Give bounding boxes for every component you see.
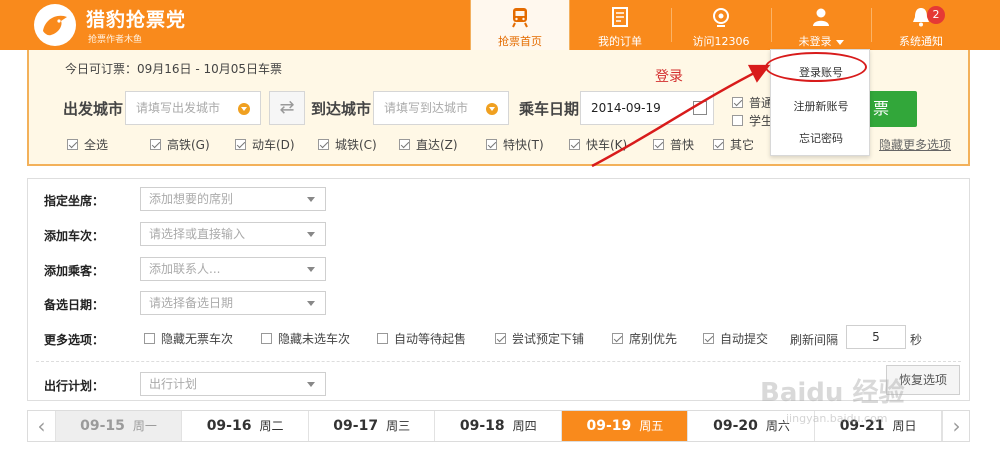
passenger-label: 添加乘客： (44, 264, 105, 278)
chevron-down-icon (307, 382, 315, 387)
date-tab[interactable]: 09-18 周四 (436, 411, 562, 441)
weekday-text: 周五 (639, 419, 664, 433)
more-option-item[interactable]: 自动提交 (703, 330, 768, 347)
checkbox[interactable] (495, 333, 506, 344)
seat-label: 指定坐席： (44, 194, 105, 208)
checkbox[interactable] (612, 333, 623, 344)
annotation-label: 登录 (655, 69, 683, 85)
weekday-text: 周四 (512, 419, 537, 433)
date-text: 09-20 (713, 418, 758, 434)
weekday-text: 周日 (892, 419, 917, 433)
date-tab[interactable]: 09-19 周五 (562, 411, 689, 441)
more-option-item[interactable]: 尝试预定下铺 (495, 330, 584, 347)
chevron-right-icon[interactable]: › (942, 411, 970, 441)
watermark: Baidu 经验 (760, 378, 905, 408)
chevron-left-icon[interactable]: ‹ (28, 411, 56, 441)
checkbox[interactable] (703, 333, 714, 344)
more-option-item[interactable]: 隐藏无票车次 (144, 330, 233, 347)
more-option-item[interactable]: 隐藏未选车次 (261, 330, 350, 347)
date-text: 09-19 (586, 418, 632, 434)
more-option-label: 席别优先 (629, 332, 678, 346)
chevron-down-icon (307, 232, 315, 237)
refresh-interval-label: 刷新间隔 (790, 333, 839, 347)
date-tab[interactable]: 09-16 周二 (183, 411, 309, 441)
weekday-text: 周三 (386, 419, 411, 433)
more-options-label: 更多选项： (44, 333, 105, 347)
more-option-item[interactable]: 自动等待起售 (377, 330, 466, 347)
travel-plan-select[interactable]: 出行计划 (140, 372, 326, 396)
date-tab[interactable]: 09-17 周三 (309, 411, 436, 441)
checkbox[interactable] (144, 333, 155, 344)
watermark-url: jingyan.baidu.com (786, 412, 888, 425)
train-number-label: 添加车次： (44, 229, 105, 243)
date-text: 09-15 (80, 418, 125, 434)
more-option-label: 自动提交 (720, 332, 769, 346)
more-option-label: 隐藏无票车次 (161, 332, 234, 346)
backup-date-select[interactable]: 请选择备选日期 (140, 291, 326, 315)
chevron-down-icon (307, 301, 315, 306)
app-root: 猎豹抢票党 抢票作者木鱼 抢票首页 我的订单 访问12306 未登录 2 系统通… (0, 0, 1000, 456)
more-option-label: 尝试预定下铺 (512, 332, 585, 346)
more-option-item[interactable]: 席别优先 (612, 330, 677, 347)
refresh-interval-input[interactable]: 5 (846, 325, 906, 349)
train-number-select[interactable]: 请选择或直接输入 (140, 222, 326, 246)
backup-date-label: 备选日期： (44, 298, 105, 312)
more-option-label: 自动等待起售 (394, 332, 467, 346)
passenger-select[interactable]: 添加联系人... (140, 257, 326, 281)
refresh-unit: 秒 (910, 333, 923, 347)
checkbox[interactable] (377, 333, 388, 344)
travel-plan-label: 出行计划： (44, 379, 105, 393)
chevron-down-icon (307, 197, 315, 202)
options-panel (27, 178, 970, 401)
date-tab[interactable]: 09-15 周一 (56, 411, 182, 441)
weekday-text: 周一 (132, 419, 157, 433)
more-option-label: 隐藏未选车次 (278, 332, 351, 346)
date-text: 09-18 (459, 418, 505, 434)
divider (36, 361, 961, 362)
date-text: 09-17 (333, 418, 379, 434)
checkbox[interactable] (261, 333, 272, 344)
weekday-text: 周二 (259, 419, 284, 433)
date-text: 09-16 (206, 418, 252, 434)
chevron-down-icon (307, 267, 315, 272)
seat-select[interactable]: 添加想要的席别 (140, 187, 326, 211)
